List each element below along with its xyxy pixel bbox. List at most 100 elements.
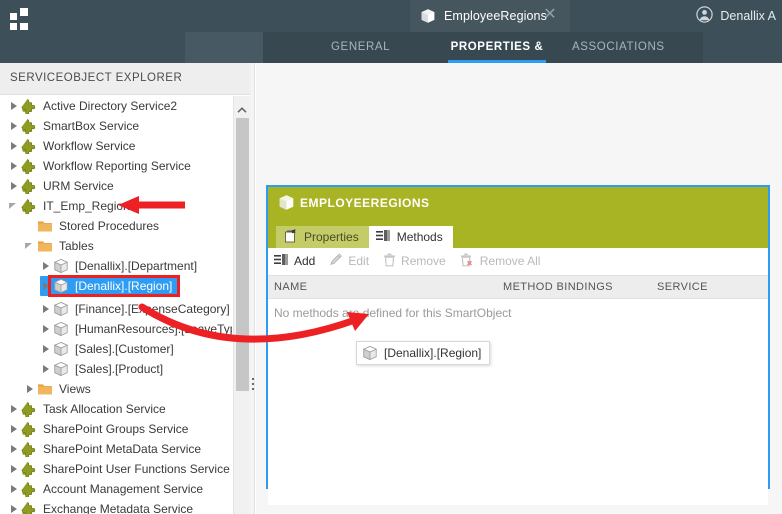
tree-collapse-arrow-icon[interactable] (8, 176, 21, 196)
tree-collapse-arrow-icon[interactable] (8, 439, 21, 459)
card-tab-methods-label: Methods (396, 230, 443, 244)
tabbar-segment-mid (185, 32, 263, 63)
tree-item[interactable]: Exchange Metadata Service (8, 499, 232, 514)
tab-properties-and-methods[interactable]: PROPERTIES & METHODS (448, 32, 546, 84)
tree-item-label: [Finance].[ExpenseCategory] (75, 302, 230, 316)
tree-item[interactable]: Workflow Reporting Service (8, 156, 232, 176)
tree-collapse-arrow-icon[interactable] (40, 299, 53, 319)
panel-splitter[interactable] (250, 63, 255, 514)
tree-item[interactable]: SmartBox Service (8, 116, 232, 136)
service-puzzle-icon (21, 481, 37, 497)
tree-item[interactable]: Account Management Service (8, 479, 232, 499)
tree-item[interactable]: Views (24, 379, 232, 399)
card-tab-methods[interactable]: Methods (368, 226, 453, 248)
chevron-up-icon[interactable] (237, 102, 247, 113)
user-name-label: Denallix A (720, 9, 776, 23)
tree-collapse-arrow-icon[interactable] (40, 319, 53, 339)
document-tab-employeeregions[interactable]: EmployeeRegions ✕ (410, 0, 570, 32)
card-tab-properties-label: Properties (304, 230, 359, 244)
drag-chip-denallix-region[interactable]: [Denallix].[Region] (356, 341, 491, 365)
tree-item[interactable]: Task Allocation Service (8, 399, 232, 419)
tree-collapse-arrow-icon[interactable] (8, 459, 21, 479)
tree-collapse-arrow-icon[interactable] (8, 136, 21, 156)
tree-collapse-arrow-icon[interactable] (40, 256, 53, 276)
sidebar-scrollbar[interactable] (233, 96, 250, 514)
close-icon[interactable]: ✕ (542, 7, 558, 23)
trash-remove-all-icon (460, 253, 475, 270)
column-header-name: NAME (274, 281, 308, 293)
tree-item[interactable]: SharePoint MetaData Service (8, 439, 232, 459)
tree-item-label: SharePoint MetaData Service (43, 442, 202, 456)
service-puzzle-icon (21, 501, 37, 514)
service-puzzle-icon (21, 421, 37, 437)
tree-twisty-placeholder (24, 216, 37, 236)
trash-remove-icon (383, 253, 396, 270)
remove-method-label: Remove (401, 254, 446, 268)
user-account[interactable]: Denallix A (696, 0, 776, 32)
tree-collapse-arrow-icon[interactable] (24, 379, 37, 399)
tree-item-label: Exchange Metadata Service (43, 502, 194, 514)
tree-item[interactable]: Tables (24, 236, 232, 256)
tree-expand-arrow-icon[interactable] (8, 196, 21, 216)
tree-item-label: [Denallix].[Department] (75, 259, 198, 273)
tree-item[interactable]: [Denallix].[Department] (40, 256, 232, 276)
scrollbar-thumb[interactable] (236, 118, 249, 391)
tree-collapse-arrow-icon[interactable] (40, 339, 53, 359)
remove-method-button[interactable]: Remove (383, 249, 446, 273)
add-method-icon (274, 253, 289, 269)
serviceobject-cube-icon (362, 345, 378, 361)
service-puzzle-icon (21, 98, 37, 114)
tree-collapse-arrow-icon[interactable] (8, 116, 21, 136)
tree-item-label: IT_Emp_Regions (43, 199, 136, 213)
edit-method-label: Edit (348, 254, 370, 268)
folder-icon (37, 382, 53, 396)
serviceobject-cube-icon (53, 258, 69, 274)
grid-squares-logo-icon[interactable] (10, 8, 30, 30)
add-method-button[interactable]: Add (274, 249, 315, 273)
main-canvas: EMPLOYEEREGIONS Properties Methods Add E… (256, 63, 782, 514)
column-header-method-bindings: METHOD BINDINGS (503, 281, 613, 293)
tree-collapse-arrow-icon[interactable] (8, 96, 21, 116)
tree-collapse-arrow-icon[interactable] (40, 359, 53, 379)
tree-item[interactable]: SharePoint Groups Service (8, 419, 232, 439)
tree-item[interactable]: Workflow Service (8, 136, 232, 156)
remove-all-methods-button[interactable]: Remove All (460, 249, 540, 273)
tree-item[interactable]: URM Service (8, 176, 232, 196)
add-method-label: Add (294, 254, 316, 268)
tree-item[interactable]: IT_Emp_Regions (8, 196, 232, 216)
tree-expand-arrow-icon[interactable] (24, 236, 37, 256)
tree-collapse-arrow-icon[interactable] (8, 479, 21, 499)
tab-general[interactable]: GENERAL (331, 32, 390, 63)
tree-item[interactable]: SharePoint User Functions Service (8, 459, 232, 479)
drag-chip-label: [Denallix].[Region] (384, 346, 482, 360)
folder-icon (37, 239, 53, 253)
serviceobject-cube-icon (53, 361, 69, 377)
serviceobject-cube-icon (53, 321, 69, 337)
tree-collapse-arrow-icon[interactable] (8, 499, 21, 514)
properties-icon (283, 228, 298, 246)
tree-item[interactable]: Stored Procedures (24, 216, 232, 236)
tab-associations[interactable]: ASSOCIATIONS (572, 32, 664, 63)
smartobject-cube-icon (420, 8, 436, 24)
service-puzzle-icon (21, 461, 37, 477)
serviceobject-cube-icon (53, 341, 69, 357)
serviceobject-tree[interactable]: Active Directory Service2 SmartBox Servic… (0, 96, 232, 514)
tree-item[interactable]: Active Directory Service2 (8, 96, 232, 116)
tree-collapse-arrow-icon[interactable] (8, 419, 21, 439)
tree-item-label: Views (59, 382, 91, 396)
tree-item[interactable]: [HumanResources].[LeaveType] (40, 319, 232, 339)
tree-item-label: Account Management Service (43, 482, 204, 496)
smartobject-card-employeeregions[interactable]: EMPLOYEEREGIONS Properties Methods Add E… (266, 185, 770, 505)
tree-item[interactable]: [Sales].[Product] (40, 359, 232, 379)
methods-grid-body: No methods are defined for this SmartObj… (268, 299, 768, 505)
tree-item[interactable]: [Finance].[ExpenseCategory] (40, 299, 232, 319)
tree-item[interactable]: [Sales].[Customer] (40, 339, 232, 359)
tree-collapse-arrow-icon[interactable] (8, 399, 21, 419)
edit-method-button[interactable]: Edit (329, 249, 369, 273)
methods-grid-header: NAME METHOD BINDINGS SERVICE (268, 275, 768, 299)
empty-state-message: No methods are defined for this SmartObj… (274, 306, 512, 320)
tree-collapse-arrow-icon[interactable] (8, 156, 21, 176)
tree-item-label: SharePoint Groups Service (43, 422, 189, 436)
card-tab-properties[interactable]: Properties (276, 226, 369, 248)
document-tab-label: EmployeeRegions (444, 9, 547, 23)
